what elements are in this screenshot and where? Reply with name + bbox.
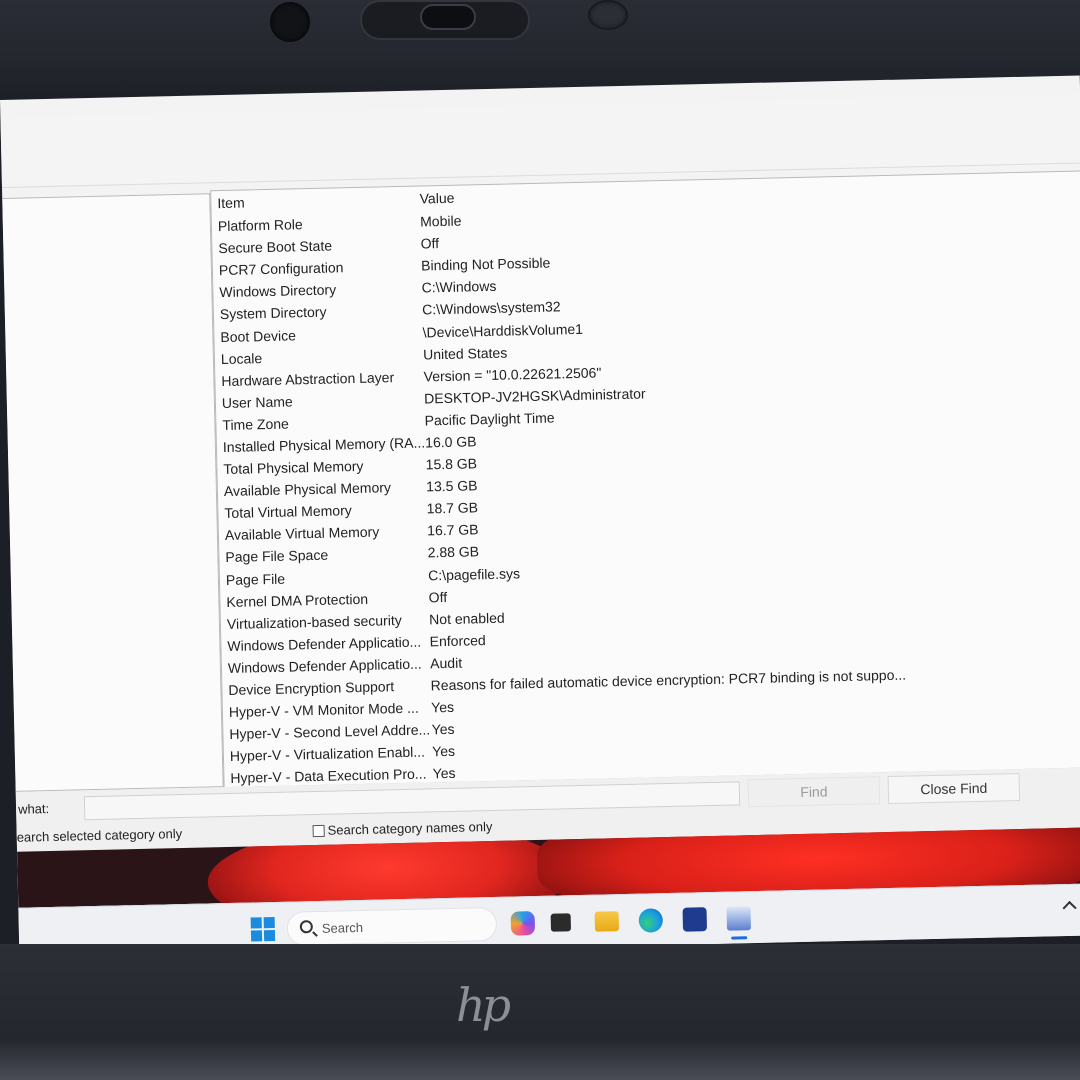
hp-logo: hp: [456, 978, 511, 1032]
active-app-indicator: [731, 936, 748, 940]
edge-icon[interactable]: [638, 908, 664, 933]
search-selected-category-checkbox-label[interactable]: earch selected category only: [17, 826, 183, 845]
laptop-screen: Item Value Platform Role Mobile Secure Boo…: [0, 75, 1080, 960]
system-summary-list[interactable]: Item Value Platform Role Mobile Secure Boo…: [210, 170, 1080, 789]
system-information-icon[interactable]: [726, 906, 752, 931]
search-category-names-label: Search category names only: [327, 819, 493, 838]
taskbar-search-placeholder: Search: [321, 919, 364, 936]
find-what-label: what:: [17, 801, 50, 817]
laptop-bottom-bezel: hp: [0, 944, 1080, 1080]
find-button[interactable]: Find: [747, 776, 881, 808]
copilot-icon[interactable]: [510, 911, 536, 936]
chevron-up-icon[interactable]: [1062, 900, 1077, 916]
search-category-names-checkbox[interactable]: Search category names only: [312, 819, 493, 838]
info-table: Item Value Platform Role Mobile Secure Boo…: [211, 171, 1080, 789]
file-explorer-icon[interactable]: [594, 911, 620, 932]
checkbox-icon[interactable]: [312, 824, 325, 838]
taskbar-search-box[interactable]: Search: [286, 906, 498, 946]
task-view-icon[interactable]: [550, 913, 572, 932]
windows-start-icon[interactable]: [250, 916, 276, 942]
webcam-icon: [270, 2, 310, 42]
search-icon: [299, 920, 313, 934]
store-icon[interactable]: [682, 907, 708, 932]
sensor-icon: [588, 0, 628, 30]
camera-lens-icon: [420, 4, 476, 30]
photo-stage: Item Value Platform Role Mobile Secure Boo…: [0, 0, 1080, 1080]
close-find-button[interactable]: Close Find: [887, 773, 1021, 805]
find-what-input[interactable]: [83, 781, 741, 821]
category-tree-pane[interactable]: [2, 193, 224, 792]
